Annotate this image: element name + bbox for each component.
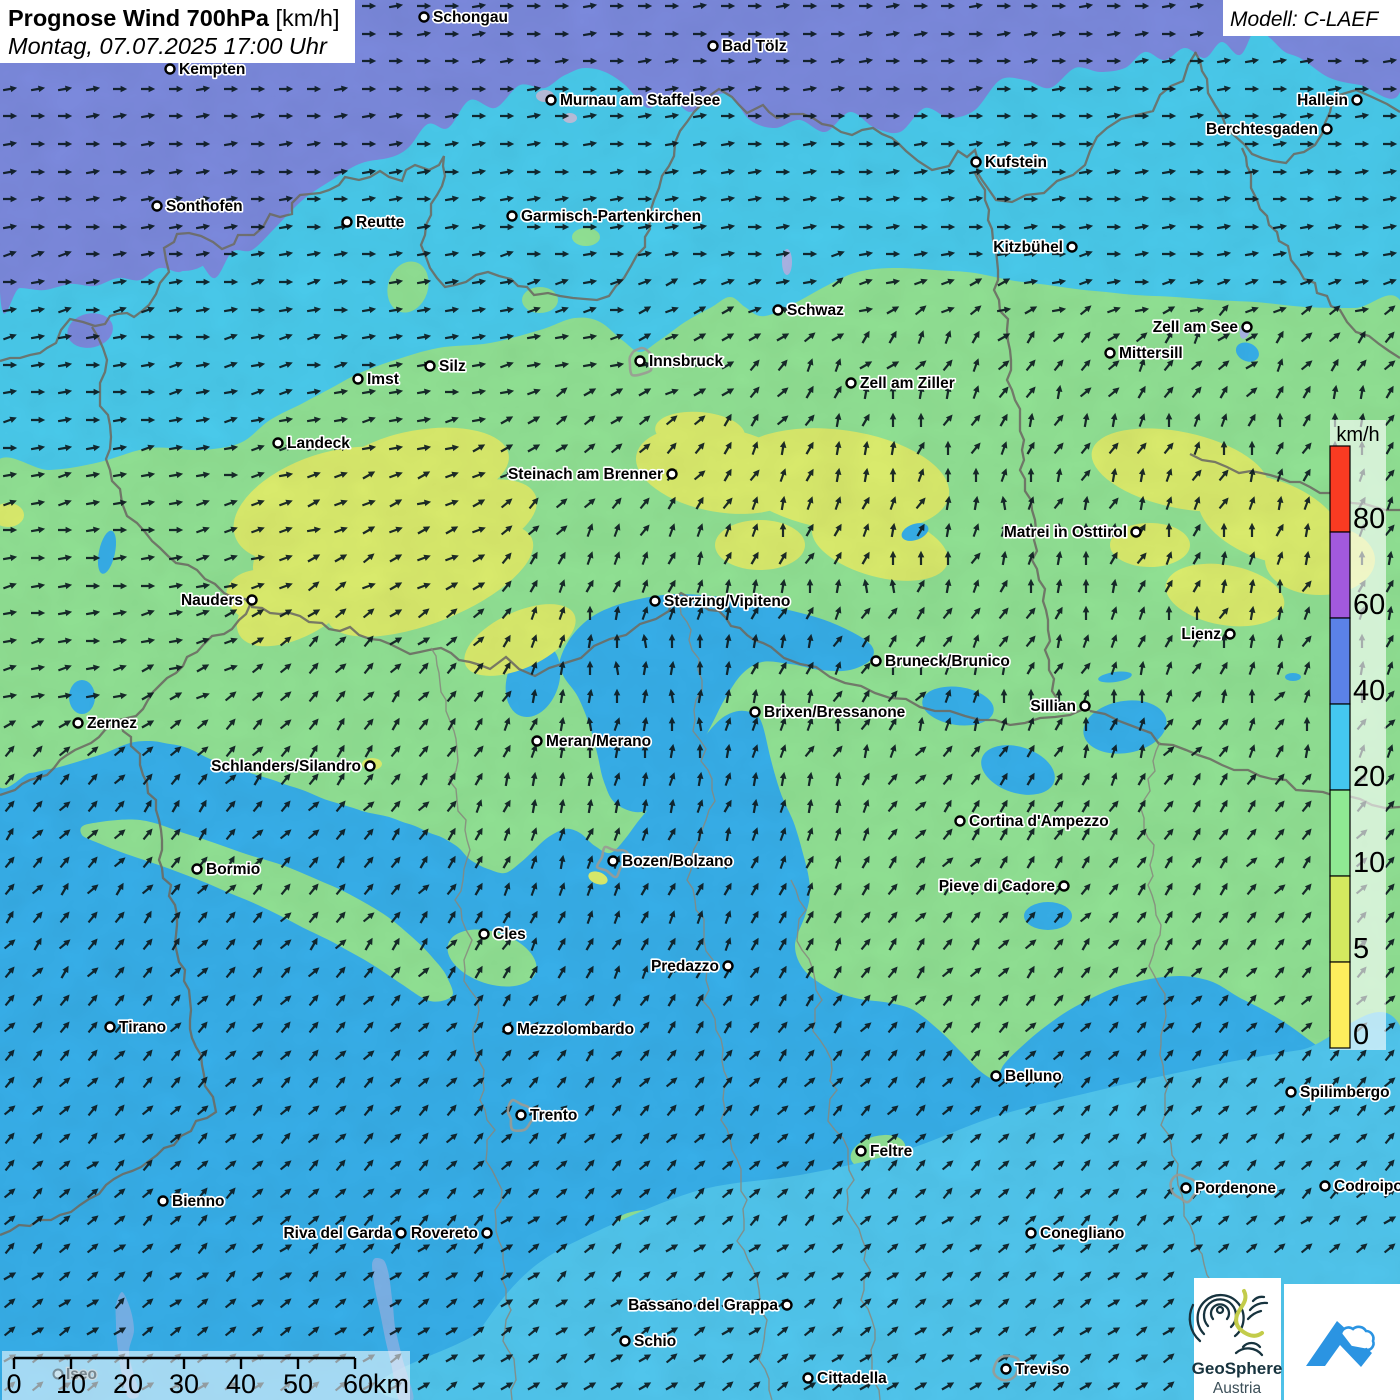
svg-text:20: 20 [113, 1369, 143, 1399]
svg-text:50: 50 [283, 1369, 313, 1399]
svg-text:10: 10 [56, 1369, 86, 1399]
svg-text:Reutte: Reutte [356, 214, 405, 231]
svg-text:Spilimbergo: Spilimbergo [1300, 1084, 1390, 1101]
svg-text:Austria: Austria [1213, 1380, 1262, 1397]
svg-text:Mittersill: Mittersill [1119, 345, 1183, 362]
svg-text:Pieve di Cadore: Pieve di Cadore [939, 878, 1056, 895]
svg-text:Nauders: Nauders [181, 592, 243, 609]
svg-text:Schongau: Schongau [433, 9, 508, 26]
svg-text:Codroipo: Codroipo [1334, 1178, 1400, 1195]
svg-text:Meran/Merano: Meran/Merano [546, 733, 651, 750]
svg-text:Feltre: Feltre [870, 1143, 913, 1160]
svg-text:Garmisch-Partenkirchen: Garmisch-Partenkirchen [521, 208, 701, 225]
svg-text:Kufstein: Kufstein [985, 154, 1047, 171]
svg-text:60: 60 [1353, 589, 1385, 621]
svg-text:Bormio: Bormio [206, 861, 260, 878]
svg-text:0: 0 [1353, 1019, 1369, 1051]
svg-text:60km: 60km [343, 1369, 409, 1399]
svg-text:80: 80 [1353, 503, 1385, 535]
svg-text:Zell am See: Zell am See [1153, 319, 1239, 336]
svg-text:Treviso: Treviso [1015, 1361, 1069, 1378]
svg-text:Conegliano: Conegliano [1040, 1225, 1124, 1242]
svg-text:Zernez: Zernez [87, 715, 137, 732]
svg-text:Bruneck/Brunico: Bruneck/Brunico [885, 653, 1010, 670]
svg-text:Kempten: Kempten [179, 61, 245, 78]
svg-text:Silz: Silz [439, 358, 466, 375]
svg-text:40: 40 [1353, 675, 1385, 707]
svg-text:Zell am Ziller: Zell am Ziller [860, 375, 955, 392]
svg-text:30: 30 [169, 1369, 199, 1399]
svg-text:Lienz: Lienz [1181, 626, 1221, 643]
svg-text:Mezzolombardo: Mezzolombardo [517, 1021, 634, 1038]
svg-text:Schio: Schio [634, 1333, 676, 1350]
svg-text:Cittadella: Cittadella [817, 1370, 887, 1387]
svg-text:Innsbruck: Innsbruck [649, 353, 723, 370]
svg-text:Modell: C-LAEF: Modell: C-LAEF [1230, 8, 1379, 31]
svg-text:Cortina d'Ampezzo: Cortina d'Ampezzo [969, 813, 1109, 830]
svg-text:Kitzbühel: Kitzbühel [993, 239, 1063, 256]
svg-text:Montag, 07.07.2025 17:00 Uhr: Montag, 07.07.2025 17:00 Uhr [8, 33, 328, 59]
svg-text:Bassano del Grappa: Bassano del Grappa [628, 1297, 778, 1314]
svg-text:Brixen/Bressanone: Brixen/Bressanone [764, 704, 906, 721]
svg-text:20: 20 [1353, 761, 1385, 793]
svg-text:Rovereto: Rovereto [411, 1225, 478, 1242]
svg-text:Prognose Wind 700hPa [km/h]: Prognose Wind 700hPa [km/h] [8, 5, 339, 31]
svg-text:Sillian: Sillian [1030, 698, 1076, 715]
svg-text:Trento: Trento [530, 1107, 577, 1124]
svg-text:Murnau am Staffelsee: Murnau am Staffelsee [560, 92, 721, 109]
svg-text:Landeck: Landeck [287, 435, 350, 452]
svg-text:km/h: km/h [1336, 424, 1379, 446]
svg-text:40: 40 [226, 1369, 256, 1399]
svg-text:Predazzo: Predazzo [651, 958, 719, 975]
svg-text:Schlanders/Silandro: Schlanders/Silandro [211, 758, 361, 775]
svg-text:Pordenone: Pordenone [1195, 1180, 1276, 1197]
svg-text:0: 0 [6, 1369, 21, 1399]
svg-text:GeoSphere: GeoSphere [1192, 1359, 1283, 1378]
svg-text:Riva del Garda: Riva del Garda [283, 1225, 392, 1242]
svg-text:Bad Tölz: Bad Tölz [722, 38, 787, 55]
svg-text:Sonthofen: Sonthofen [166, 198, 243, 215]
svg-text:Berchtesgaden: Berchtesgaden [1206, 121, 1318, 138]
svg-text:Imst: Imst [367, 371, 399, 388]
svg-text:Schwaz: Schwaz [787, 302, 844, 319]
svg-text:Matrei in Osttirol: Matrei in Osttirol [1004, 524, 1127, 541]
svg-text:Cles: Cles [493, 926, 526, 943]
svg-text:10: 10 [1353, 847, 1385, 879]
svg-text:Steinach am Brenner: Steinach am Brenner [508, 466, 663, 483]
svg-text:Belluno: Belluno [1005, 1068, 1062, 1085]
svg-text:Hallein: Hallein [1297, 92, 1348, 109]
svg-text:Sterzing/Vipiteno: Sterzing/Vipiteno [664, 593, 790, 610]
svg-text:Bienno: Bienno [172, 1193, 225, 1210]
svg-text:Tirano: Tirano [119, 1019, 166, 1036]
svg-text:5: 5 [1353, 933, 1369, 965]
svg-text:Bozen/Bolzano: Bozen/Bolzano [622, 853, 733, 870]
